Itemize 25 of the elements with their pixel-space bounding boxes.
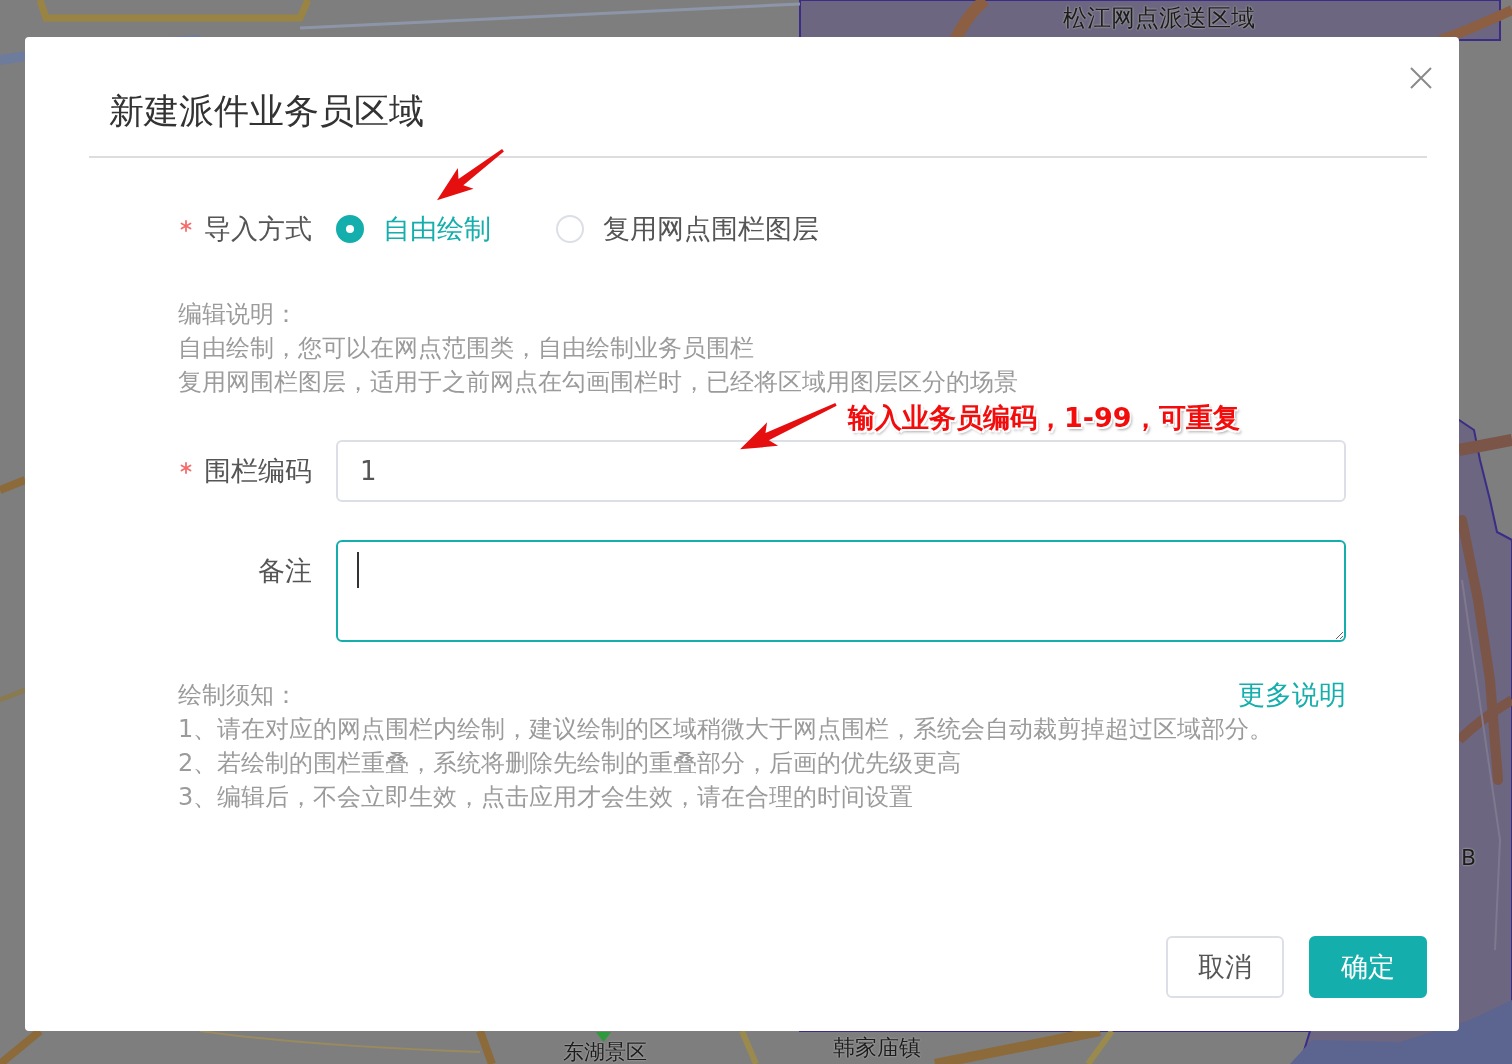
- help-text: 3、编辑后，不会立即生效，点击应用才会生效，请在合理的时间设置: [178, 782, 914, 813]
- map-label: B: [1461, 845, 1477, 871]
- remark-textarea[interactable]: [336, 540, 1346, 642]
- field-label: 备注: [258, 554, 312, 588]
- annotation-text: 输入业务员编码，1-99，可重复: [848, 403, 1240, 433]
- arrow-icon: [437, 148, 504, 200]
- fence-code-input[interactable]: 1: [336, 440, 1346, 502]
- close-button[interactable]: [1409, 66, 1433, 90]
- arrow-icon: [740, 402, 837, 449]
- help-text: 2、若绘制的围栏重叠，系统将删除先绘制的重叠部分，后画的优先级更高: [178, 748, 962, 779]
- map-label: 东湖景区: [563, 1040, 647, 1064]
- help-text: 复用网围栏图层，适用于之前网点在勾画围栏时，已经将区域用图层区分的场景: [178, 367, 1018, 398]
- radio-option[interactable]: 复用网点围栏图层: [556, 209, 819, 249]
- cancel-button[interactable]: 取消: [1166, 936, 1284, 998]
- field-label: 围栏编码: [204, 454, 312, 488]
- help-text: 1、请在对应的网点围栏内绘制，建议绘制的区域稍微大于网点围栏，系统会自动裁剪掉超过区域部分。: [178, 714, 1274, 745]
- map-label: 松江网点派送区域: [1063, 4, 1255, 32]
- notes-heading: 绘制须知：: [178, 680, 298, 711]
- notes-heading: 编辑说明：: [178, 299, 298, 330]
- help-text: 自由绘制，您可以在网点范围类，自由绘制业务员围栏: [178, 333, 754, 364]
- map-label: 韩家庙镇: [833, 1035, 921, 1061]
- dialog-title: 新建派件业务员区域: [109, 90, 424, 133]
- close-icon: [1410, 67, 1432, 89]
- text-cursor-icon: [357, 552, 359, 588]
- field-label: 导入方式: [204, 212, 312, 246]
